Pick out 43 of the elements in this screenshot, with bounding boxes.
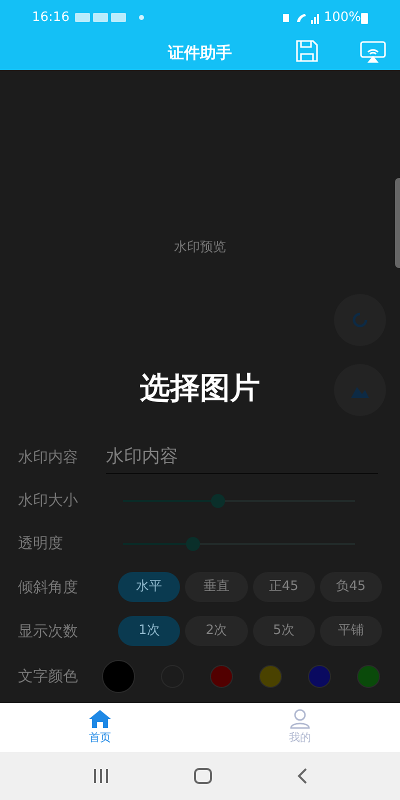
color-swatch[interactable] xyxy=(357,664,380,688)
save-icon[interactable] xyxy=(295,39,319,63)
option-chip[interactable]: 平铺 xyxy=(320,616,382,646)
app-title: 证件助手 xyxy=(168,42,232,64)
option-label: 显示次数 xyxy=(18,620,79,642)
notification-icon xyxy=(75,13,90,22)
recents-icon[interactable] xyxy=(92,769,109,783)
preview-text: 水印预览 xyxy=(174,239,226,257)
option-chip[interactable]: 5次 xyxy=(252,616,315,646)
slider-thumb[interactable] xyxy=(186,536,200,550)
option-label: 倾斜角度 xyxy=(18,576,79,598)
color-label: 文字颜色 xyxy=(18,666,79,687)
home-icon xyxy=(88,708,112,729)
color-swatch[interactable] xyxy=(210,664,233,688)
battery-percent: 100% xyxy=(324,8,361,27)
option-chip[interactable]: 正45 xyxy=(252,572,315,602)
color-swatch[interactable] xyxy=(259,664,282,688)
rotate-icon xyxy=(350,310,370,330)
option-chip[interactable]: 1次 xyxy=(118,616,180,646)
signal-icon xyxy=(280,12,321,24)
back-icon[interactable] xyxy=(297,768,308,784)
home-button-icon[interactable] xyxy=(194,768,212,784)
color-swatch[interactable] xyxy=(102,660,135,692)
field-label: 水印内容 xyxy=(18,446,79,468)
status-time: 16:16 xyxy=(32,8,70,27)
slider-label: 透明度 xyxy=(18,533,64,554)
person-icon xyxy=(289,708,311,729)
nav-tab[interactable]: 首页 xyxy=(0,703,200,752)
color-swatch[interactable] xyxy=(308,664,331,688)
cast-icon[interactable] xyxy=(360,41,386,63)
slider-label: 水印大小 xyxy=(18,490,79,512)
option-chip[interactable]: 水平 xyxy=(118,572,180,602)
option-chip[interactable]: 2次 xyxy=(185,616,248,646)
option-chip[interactable]: 负45 xyxy=(320,572,382,602)
select-image-text[interactable]: 选择图片 xyxy=(140,366,260,410)
notification-icon xyxy=(111,13,126,22)
notification-icon xyxy=(93,13,108,22)
nav-tab[interactable]: 我的 xyxy=(200,703,400,752)
slider-thumb[interactable] xyxy=(211,494,226,508)
battery-icon xyxy=(361,12,368,24)
option-chip[interactable]: 垂直 xyxy=(185,572,248,602)
watermark-text-field[interactable]: 水印内容 xyxy=(106,440,378,474)
preview-area[interactable]: 水印预览 选择图片 xyxy=(0,70,400,427)
